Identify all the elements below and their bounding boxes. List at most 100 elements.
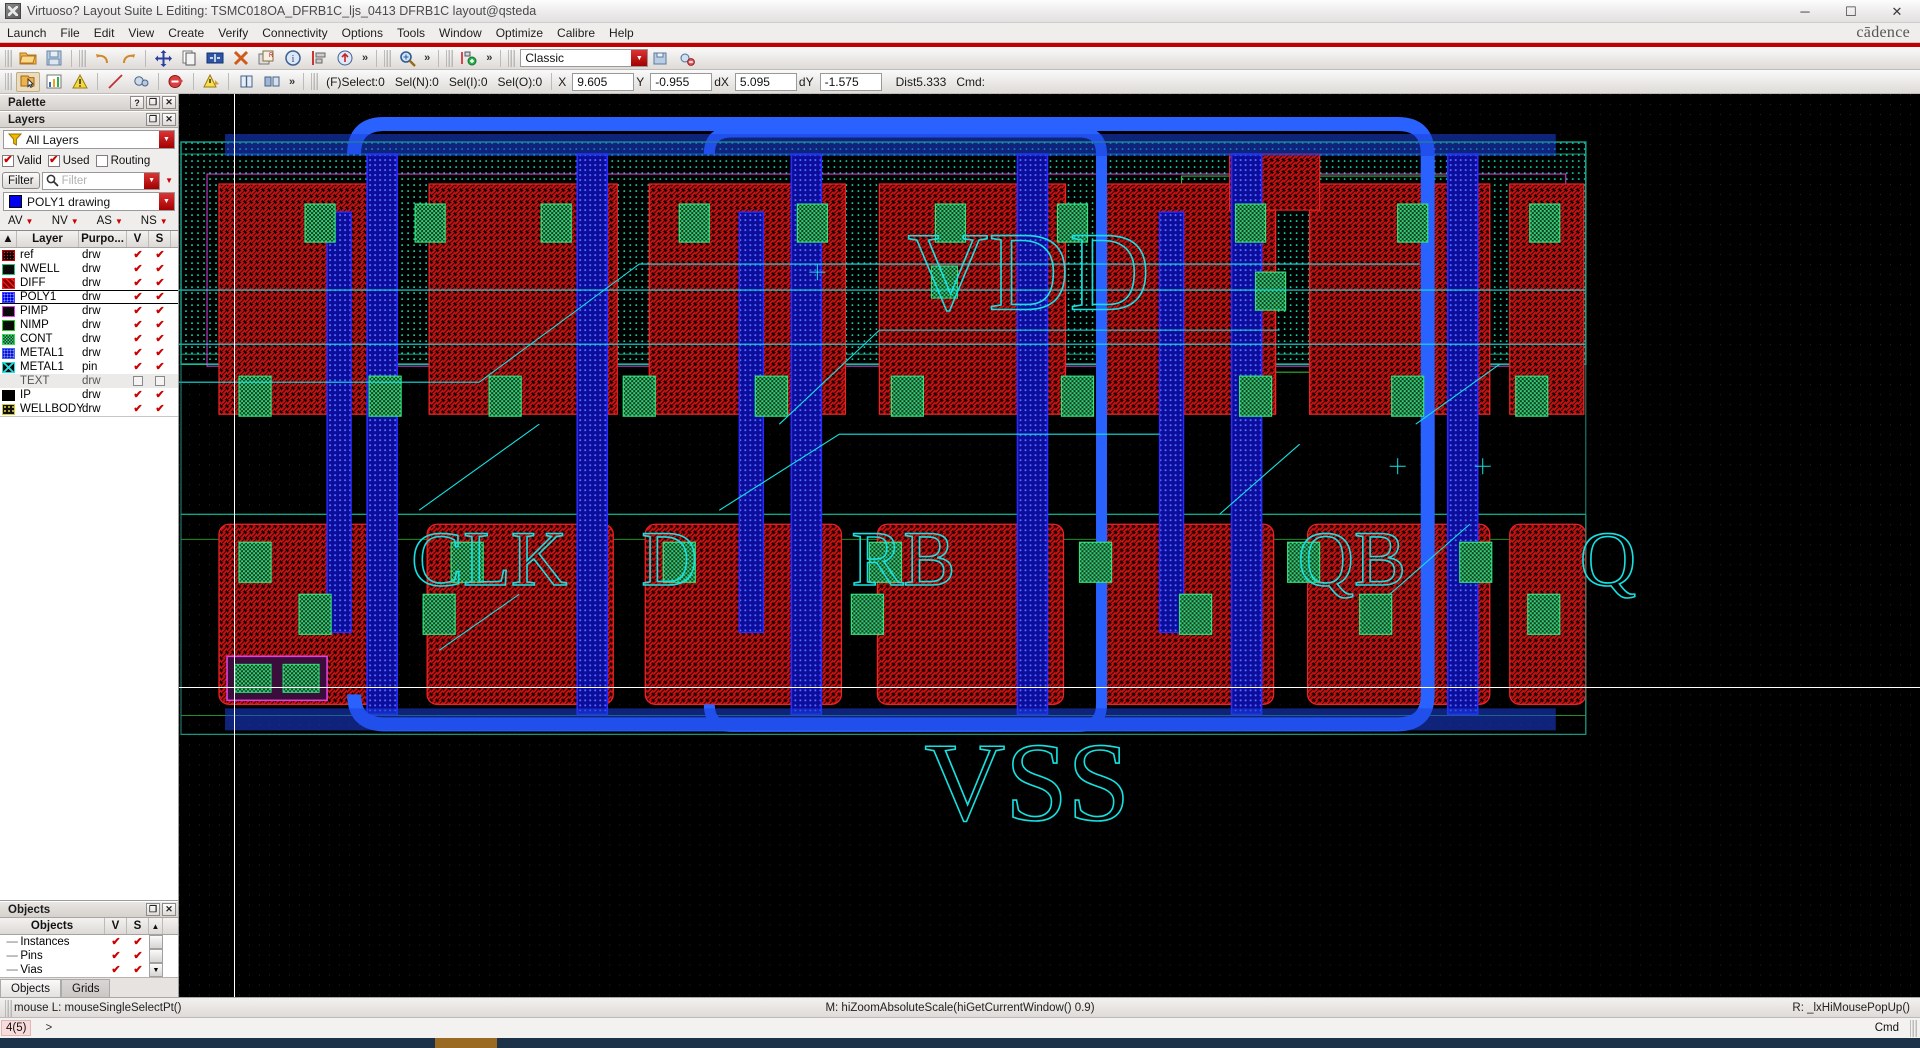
layer-visible-checkbox[interactable]: ✔ — [127, 360, 149, 374]
add-connection-icon[interactable] — [457, 48, 481, 68]
menu-item-launch[interactable]: Launch — [0, 24, 53, 42]
toolbar-grip[interactable] — [5, 73, 12, 90]
av-button[interactable]: AV — [8, 215, 23, 227]
object-visible-checkbox[interactable]: ✔ — [105, 949, 127, 963]
menu-item-edit[interactable]: Edit — [87, 24, 122, 42]
layer-row-wellbody-drw[interactable]: WELLBODY drw ✔ ✔ — [0, 402, 178, 416]
column-layer[interactable]: Layer — [17, 231, 79, 247]
chevron-down-icon[interactable]: ▼ — [159, 131, 174, 148]
layout-canvas[interactable]: VDD CLK D RB QB Q VSS — [179, 94, 1920, 997]
open-icon[interactable] — [16, 48, 40, 68]
vertical-bar-icon[interactable] — [234, 72, 258, 92]
minimize-button[interactable]: ─ — [1782, 0, 1828, 23]
line-icon[interactable] — [103, 72, 127, 92]
command-prompt[interactable]: > — [31, 1022, 52, 1034]
close-button[interactable]: ✕ — [1874, 0, 1920, 23]
menu-item-optimize[interactable]: Optimize — [489, 24, 550, 42]
toolbar-grip[interactable] — [79, 49, 86, 67]
object-selectable-checkbox[interactable]: ✔ — [127, 935, 149, 949]
chevron-down-icon[interactable]: ▼ — [144, 172, 160, 189]
valid-checkbox[interactable]: ✔ — [2, 154, 14, 167]
layout-drawing[interactable]: VDD CLK D RB QB Q VSS — [179, 94, 1920, 997]
layer-visible-checkbox[interactable] — [127, 374, 149, 388]
layer-selectable-checkbox[interactable]: ✔ — [149, 262, 171, 276]
copy-icon[interactable] — [177, 48, 201, 68]
layer-selectable-checkbox[interactable]: ✔ — [149, 248, 171, 262]
move-icon[interactable] — [151, 48, 175, 68]
ns-menu-icon[interactable]: ▼ — [157, 217, 171, 226]
layer-visible-checkbox[interactable]: ✔ — [127, 291, 149, 303]
layer-selectable-checkbox[interactable]: ✔ — [149, 318, 171, 332]
layers-float-button[interactable]: ❐ — [146, 113, 160, 126]
save-icon[interactable] — [42, 48, 66, 68]
layer-selectable-checkbox[interactable] — [149, 374, 171, 388]
objects-float-button[interactable]: ❐ — [146, 903, 160, 916]
y-input[interactable]: -0.955 — [650, 72, 713, 91]
as-button[interactable]: AS — [97, 215, 112, 227]
nv-button[interactable]: NV — [52, 215, 68, 227]
routing-checkbox[interactable] — [95, 154, 108, 167]
objects-scroll-down[interactable]: ▼ — [149, 963, 163, 977]
object-row-instances[interactable]: ---- Instances ✔ ✔ — [0, 935, 178, 949]
object-row-vias[interactable]: ---- Vias ✔ ✔ ▼ — [0, 963, 178, 977]
menu-item-calibre[interactable]: Calibre — [550, 24, 602, 42]
menu-item-window[interactable]: Window — [432, 24, 489, 42]
nv-menu-icon[interactable]: ▼ — [68, 217, 82, 226]
menu-item-tools[interactable]: Tools — [390, 24, 432, 42]
menu-item-file[interactable]: File — [53, 24, 86, 42]
status-toolbar-overflow[interactable]: » — [285, 76, 299, 88]
layer-row-nwell-drw[interactable]: NWELL drw ✔ ✔ — [0, 262, 178, 276]
layer-selectable-checkbox[interactable]: ✔ — [149, 388, 171, 402]
delete-scheme-icon[interactable] — [675, 48, 699, 68]
cmdbar-grip[interactable] — [1910, 1019, 1917, 1037]
menu-item-view[interactable]: View — [121, 24, 161, 42]
toolbar-overflow-3[interactable]: » — [482, 52, 496, 64]
menu-item-connectivity[interactable]: Connectivity — [255, 24, 334, 42]
layer-selectable-checkbox[interactable]: ✔ — [149, 360, 171, 374]
toolbar-grip[interactable] — [508, 49, 516, 67]
layer-visible-checkbox[interactable]: ✔ — [127, 332, 149, 346]
info-icon[interactable]: i — [281, 48, 305, 68]
x-input[interactable]: 9.605 — [572, 72, 635, 91]
taskbar-item[interactable] — [435, 1038, 497, 1048]
current-layer-display[interactable]: POLY1 drawing ▼ — [3, 192, 175, 211]
palette-close-button[interactable]: ✕ — [162, 96, 176, 109]
scheme-combo[interactable]: Classic ▼ — [520, 49, 649, 67]
toolbar-overflow-2[interactable]: » — [420, 52, 434, 64]
menu-item-options[interactable]: Options — [335, 24, 390, 42]
chart-icon[interactable] — [42, 72, 66, 92]
undo-icon[interactable] — [90, 48, 114, 68]
layer-row-poly1-drw[interactable]: POLY1 drw ✔ ✔ — [0, 290, 178, 304]
bindbar-grip[interactable] — [5, 1000, 12, 1017]
used-checkbox[interactable]: ✔ — [47, 154, 60, 167]
layer-selectable-checkbox[interactable]: ✔ — [149, 332, 171, 346]
objects-scrollbar-thumb[interactable] — [149, 935, 163, 949]
layer-row-diff-drw[interactable]: DIFF drw ✔ ✔ — [0, 276, 178, 290]
zoom-icon[interactable] — [395, 48, 419, 68]
layer-selectable-checkbox[interactable]: ✔ — [149, 291, 171, 303]
layer-row-metal1-drw[interactable]: METAL1 drw ✔ ✔ — [0, 346, 178, 360]
layer-selectable-checkbox[interactable]: ✔ — [149, 276, 171, 290]
layer-selectable-checkbox[interactable]: ✔ — [149, 346, 171, 360]
layer-row-metal1-pin[interactable]: METAL1 pin ✔ ✔ — [0, 360, 178, 374]
av-menu-icon[interactable]: ▼ — [23, 217, 37, 226]
layer-row-ip-drw[interactable]: IP drw ✔ ✔ — [0, 388, 178, 402]
as-menu-icon[interactable]: ▼ — [112, 217, 126, 226]
dx-input[interactable]: 5.095 — [734, 72, 797, 91]
delete-icon[interactable] — [229, 48, 253, 68]
layer-visible-checkbox[interactable]: ✔ — [127, 276, 149, 290]
layer-visible-checkbox[interactable]: ✔ — [127, 346, 149, 360]
toolbar-overflow-1[interactable]: » — [358, 52, 372, 64]
layer-row-ref-drw[interactable]: ref drw ✔ ✔ — [0, 248, 178, 262]
objects-scrollbar-track[interactable] — [149, 949, 163, 963]
layer-visible-checkbox[interactable]: ✔ — [127, 248, 149, 262]
objects-close-button[interactable]: ✕ — [162, 903, 176, 916]
dy-input[interactable]: -1.575 — [819, 72, 882, 91]
layers-close-button[interactable]: ✕ — [162, 113, 176, 126]
toolbar-grip[interactable] — [446, 49, 454, 67]
toolbar-grip[interactable] — [384, 49, 392, 67]
layer-set-select[interactable]: All Layers ▼ — [3, 130, 175, 149]
layer-row-nimp-drw[interactable]: NIMP drw ✔ ✔ — [0, 318, 178, 332]
stretch-icon[interactable] — [203, 48, 227, 68]
toolbar-grip[interactable] — [311, 73, 319, 90]
